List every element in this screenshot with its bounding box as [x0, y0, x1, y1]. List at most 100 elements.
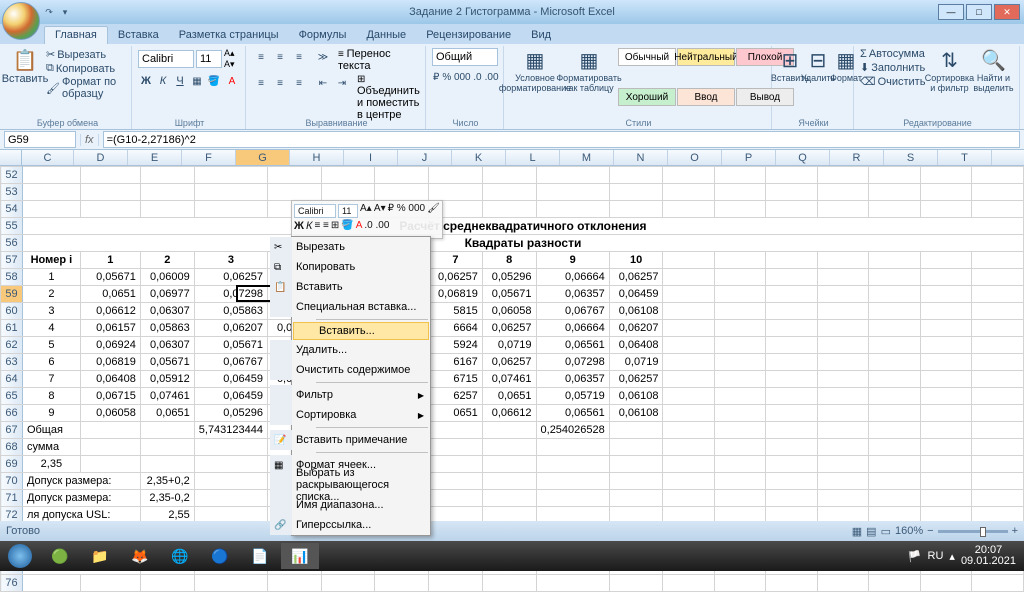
ribbon-tab[interactable]: Данные — [356, 27, 416, 44]
font-size-input[interactable] — [196, 50, 222, 68]
row-header[interactable]: 76 — [1, 575, 23, 592]
tray-flag-icon[interactable]: 🏳️ — [908, 550, 922, 563]
row-header[interactable]: 61 — [1, 320, 23, 337]
name-box[interactable]: G59 — [4, 131, 76, 148]
view-layout-icon[interactable]: ▤ — [866, 525, 876, 538]
number-format-input[interactable] — [432, 48, 498, 66]
column-header[interactable]: D — [74, 150, 128, 165]
row-header[interactable]: 67 — [1, 422, 23, 439]
sort-filter-button[interactable]: ⇅Сортировка и фильтр — [929, 48, 969, 127]
ribbon-tab[interactable]: Вид — [521, 27, 561, 44]
column-header[interactable]: L — [506, 150, 560, 165]
insert-cells-button[interactable]: ⊞Вставить — [778, 48, 802, 127]
taskbar-app-2[interactable]: 📁 — [81, 543, 119, 569]
bold-button[interactable]: Ж — [138, 72, 154, 90]
ribbon-tab[interactable]: Формулы — [289, 27, 357, 44]
maximize-button[interactable]: □ — [966, 4, 992, 20]
font-color-button[interactable]: A — [223, 72, 241, 90]
tray-clock[interactable]: 20:0709.01.2021 — [961, 545, 1016, 567]
column-header[interactable]: M — [560, 150, 614, 165]
context-menu-item[interactable]: Фильтр▶ — [270, 385, 430, 405]
context-menu-item[interactable]: Специальная вставка... — [270, 297, 430, 317]
taskbar-app-3[interactable]: 🦊 — [121, 543, 159, 569]
row-header[interactable]: 57 — [1, 252, 23, 269]
context-menu-item[interactable]: 📋Вставить — [270, 277, 430, 297]
office-button[interactable] — [2, 2, 40, 40]
column-header[interactable]: I — [344, 150, 398, 165]
taskbar-app-5[interactable]: 🔵 — [201, 543, 239, 569]
column-header[interactable]: S — [884, 150, 938, 165]
column-header[interactable]: F — [182, 150, 236, 165]
format-painter-button[interactable]: 🖌 Формат по образцу — [46, 76, 127, 100]
formula-input[interactable]: =(G10-2,27186)^2 — [103, 131, 1020, 148]
row-header[interactable]: 52 — [1, 167, 23, 184]
context-menu-item[interactable]: Выбрать из раскрывающегося списка... — [270, 475, 430, 495]
column-header[interactable]: O — [668, 150, 722, 165]
column-header[interactable]: Q — [776, 150, 830, 165]
mini-toolbar[interactable]: A▴ A▾₽ % 000🖌 ЖК≡ ≡⊞🪣A.0 .00 — [291, 200, 443, 239]
row-header[interactable]: 63 — [1, 354, 23, 371]
merge-button[interactable]: ⊞ Объединить и поместить в центре — [357, 74, 421, 121]
taskbar-excel[interactable]: 📊 — [281, 543, 319, 569]
cut-button[interactable]: ✂ Вырезать — [46, 48, 127, 61]
column-header[interactable]: R — [830, 150, 884, 165]
row-header[interactable]: 62 — [1, 337, 23, 354]
tray-up-icon[interactable]: ▴ — [949, 550, 955, 563]
tray-lang[interactable]: RU — [928, 550, 944, 562]
row-header[interactable]: 68 — [1, 439, 23, 456]
row-header[interactable]: 70 — [1, 473, 23, 490]
column-header[interactable]: P — [722, 150, 776, 165]
row-header[interactable]: 60 — [1, 303, 23, 320]
zoom-out-button[interactable]: − — [927, 525, 933, 537]
row-header[interactable]: 65 — [1, 388, 23, 405]
clear-button[interactable]: ⌫ Очистить — [860, 75, 925, 88]
context-menu-item[interactable]: 🔗Гиперссылка... — [270, 515, 430, 535]
format-cells-button[interactable]: ▦Формат — [834, 48, 858, 127]
select-all-corner[interactable] — [0, 150, 22, 165]
column-header[interactable]: T — [938, 150, 992, 165]
ribbon-tab[interactable]: Вставка — [108, 27, 169, 44]
row-header[interactable]: 56 — [1, 235, 23, 252]
context-menu-item[interactable]: ⧉Копировать — [270, 257, 430, 277]
row-header[interactable]: 59 — [1, 286, 23, 303]
qat-redo-icon[interactable]: ↷ — [42, 5, 56, 19]
border-button[interactable]: ▦ — [189, 72, 205, 90]
delete-cells-button[interactable]: ⊟Удалить — [806, 48, 830, 127]
minimize-button[interactable]: — — [938, 4, 964, 20]
row-header[interactable]: 55 — [1, 218, 23, 235]
column-header[interactable]: C — [22, 150, 74, 165]
view-normal-icon[interactable]: ▦ — [852, 525, 862, 538]
context-menu-item[interactable]: Удалить... — [270, 340, 430, 360]
context-menu-item[interactable]: Очистить содержимое — [270, 360, 430, 380]
column-header[interactable]: G — [236, 150, 290, 165]
taskbar-app-4[interactable]: 🌐 — [161, 543, 199, 569]
fill-button[interactable]: 🪣 — [206, 72, 222, 90]
row-header[interactable]: 53 — [1, 184, 23, 201]
column-header[interactable]: N — [614, 150, 668, 165]
view-break-icon[interactable]: ▭ — [881, 525, 891, 538]
fx-icon[interactable]: fx — [80, 134, 99, 146]
zoom-slider[interactable] — [938, 530, 1008, 533]
context-menu-item[interactable]: ✂Вырезать — [270, 237, 430, 257]
taskbar-app-6[interactable]: 📄 — [241, 543, 279, 569]
column-header[interactable]: K — [452, 150, 506, 165]
row-header[interactable]: 54 — [1, 201, 23, 218]
conditional-format-button[interactable]: ▦Условное форматирование — [510, 48, 560, 127]
column-header[interactable]: J — [398, 150, 452, 165]
find-select-button[interactable]: 🔍Найти и выделить — [973, 48, 1013, 127]
context-menu-item[interactable]: Имя диапазона... — [270, 495, 430, 515]
row-header[interactable]: 64 — [1, 371, 23, 388]
qat-drop-icon[interactable]: ▾ — [58, 5, 72, 19]
row-header[interactable]: 69 — [1, 456, 23, 473]
wrap-text-button[interactable]: ≡ Перенос текста — [338, 48, 421, 72]
zoom-level[interactable]: 160% — [895, 525, 923, 537]
paste-button[interactable]: 📋Вставить — [8, 48, 42, 127]
zoom-in-button[interactable]: + — [1012, 525, 1018, 537]
ribbon-tab[interactable]: Главная — [44, 26, 108, 44]
copy-button[interactable]: ⧉ Копировать — [46, 62, 127, 75]
context-menu-item[interactable]: 📝Вставить примечание — [270, 430, 430, 450]
fill-series-button[interactable]: ⬇ Заполнить — [860, 61, 925, 74]
close-button[interactable]: ✕ — [994, 4, 1020, 20]
row-header[interactable]: 71 — [1, 490, 23, 507]
style-gallery[interactable]: ОбычныйНейтральныйПлохойХорошийВводВывод — [618, 48, 794, 127]
